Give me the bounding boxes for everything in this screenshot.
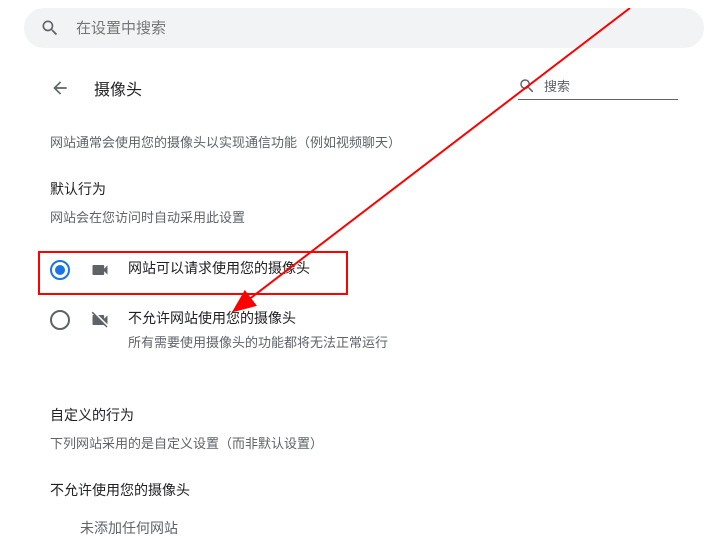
custom-behavior-title: 自定义的行为 [50, 405, 678, 425]
page-search[interactable]: 搜索 [518, 76, 678, 100]
page-title: 摄像头 [94, 76, 518, 100]
option-allow-camera[interactable]: 网站可以请求使用您的摄像头 [50, 244, 678, 294]
settings-search-bar[interactable] [24, 8, 704, 48]
settings-search-input[interactable] [76, 20, 688, 37]
option-block-label: 不允许网站使用您的摄像头 [128, 308, 388, 328]
option-allow-label: 网站可以请求使用您的摄像头 [128, 258, 310, 278]
camera-icon [90, 260, 110, 280]
back-arrow-icon[interactable] [50, 78, 70, 98]
radio-selected-icon [50, 260, 70, 280]
camera-off-icon [90, 310, 110, 330]
default-behavior-title: 默认行为 [50, 179, 678, 199]
page-search-label: 搜索 [544, 76, 570, 95]
option-block-camera[interactable]: 不允许网站使用您的摄像头 所有需要使用摄像头的功能都将无法正常运行 [50, 294, 678, 365]
radio-unselected-icon [50, 310, 70, 330]
search-icon [40, 18, 60, 38]
camera-description: 网站通常会使用您的摄像头以实现通信功能（例如视频聊天） [50, 132, 678, 151]
custom-behavior-subtitle: 下列网站采用的是自定义设置（而非默认设置） [50, 433, 678, 452]
default-behavior-subtitle: 网站会在您访问时自动采用此设置 [50, 207, 678, 226]
blocked-sites-title: 不允许使用您的摄像头 [50, 480, 678, 500]
no-sites-text: 未添加任何网站 [80, 518, 678, 538]
search-icon [518, 77, 536, 95]
option-block-desc: 所有需要使用摄像头的功能都将无法正常运行 [128, 332, 388, 351]
page-header: 摄像头 搜索 [50, 68, 678, 116]
